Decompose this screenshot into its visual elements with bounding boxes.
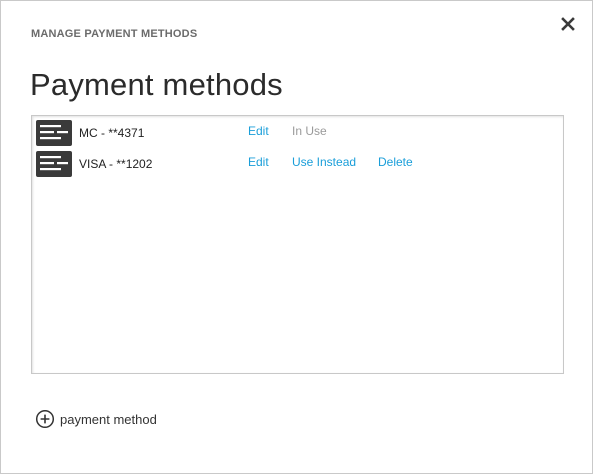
delete-link[interactable]: Delete — [378, 155, 413, 169]
manage-payment-dialog: MANAGE PAYMENT METHODS Payment methods M… — [0, 0, 593, 474]
in-use-status: In Use — [292, 124, 327, 138]
plus-circle-icon — [35, 409, 55, 429]
payment-method-row: VISA - **1202 Edit Use Instead Delete — [32, 151, 563, 177]
payment-method-row: MC - **4371 Edit In Use — [32, 120, 563, 146]
close-button[interactable] — [557, 13, 579, 35]
dialog-label: MANAGE PAYMENT METHODS — [31, 28, 198, 40]
edit-link[interactable]: Edit — [248, 124, 269, 138]
close-icon — [557, 13, 579, 35]
payment-method-name: MC - **4371 — [79, 126, 145, 140]
use-instead-link[interactable]: Use Instead — [292, 155, 356, 169]
payment-method-name: VISA - **1202 — [79, 157, 153, 171]
add-payment-method-label: payment method — [60, 412, 157, 427]
credit-card-icon — [36, 151, 72, 177]
edit-link[interactable]: Edit — [248, 155, 269, 169]
credit-card-icon — [36, 120, 72, 146]
page-title: Payment methods — [30, 67, 283, 102]
payment-methods-list[interactable]: MC - **4371 Edit In Use VISA - **1202 Ed… — [31, 115, 564, 374]
